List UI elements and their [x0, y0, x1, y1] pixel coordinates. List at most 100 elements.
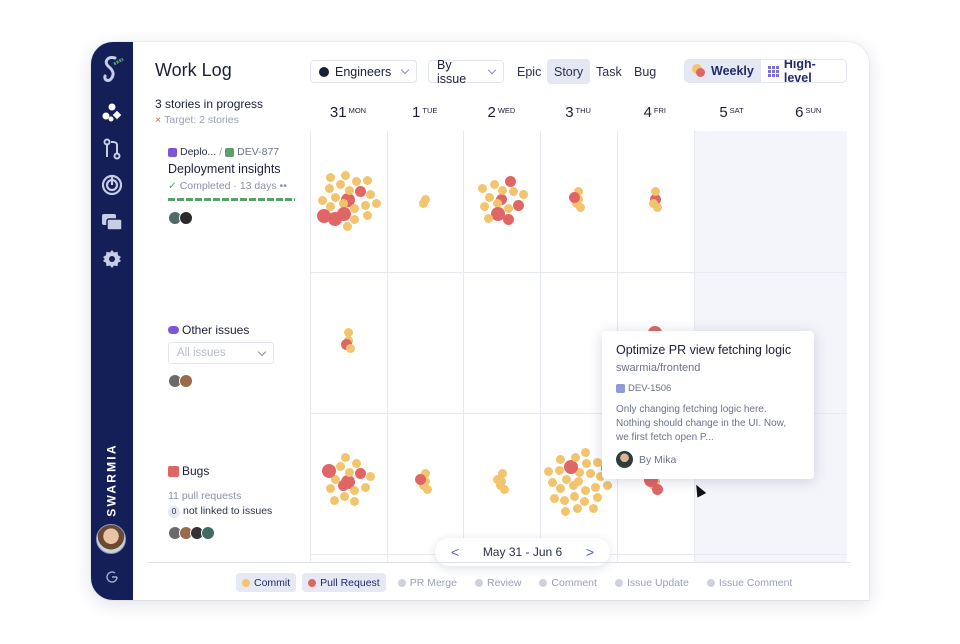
page-title: Work Log — [155, 60, 232, 80]
legend-dot-icon — [474, 578, 483, 587]
team-dropdown[interactable]: Engineers — [310, 60, 417, 83]
legend-dot-icon — [614, 578, 623, 587]
issue-filter-value: All issues — [177, 347, 226, 359]
focus-icon[interactable] — [99, 172, 125, 198]
tooltip-issue[interactable]: DEV-1506 — [616, 383, 800, 394]
issue-title[interactable]: Deployment insights — [168, 162, 295, 176]
main-content: Work Log Engineers By issue Epic Story T… — [133, 42, 869, 600]
next-week-button[interactable]: > — [586, 544, 594, 560]
day-of-week: TUE — [422, 106, 438, 115]
sidebar: SWARMIA — [91, 42, 133, 600]
group-dropdown-value: By issue — [437, 57, 467, 86]
bugs-title: Bugs — [182, 464, 210, 478]
event-legend: Commit Pull Request PR Merge Review Comment I… — [236, 573, 798, 592]
app-window: SWARMIA Work Log Engineers By issue Epic… — [91, 42, 869, 600]
group-dropdown[interactable]: By issue — [428, 57, 504, 86]
legend-item[interactable]: Issue Comment — [701, 573, 799, 592]
legend-item[interactable]: Review — [469, 573, 527, 592]
not-linked-text: not linked to issues — [183, 505, 273, 517]
legend-item[interactable]: PR Merge — [392, 573, 463, 592]
legend-dot-icon — [706, 578, 715, 587]
avatar[interactable] — [179, 211, 193, 225]
other-issues-icon — [168, 326, 179, 334]
contributors — [168, 526, 272, 540]
work-log-icon[interactable] — [99, 209, 125, 235]
chevron-down-icon — [487, 65, 497, 75]
day-of-week: THU — [575, 106, 591, 115]
stories-in-progress: 3 stories in progress — [155, 97, 264, 111]
brand-text: SWARMIA — [105, 443, 119, 517]
other-issues-heading: Other issues — [168, 323, 274, 337]
weekly-icon — [692, 64, 706, 78]
tab-story[interactable]: Story — [547, 59, 591, 84]
day-number: 6 — [795, 104, 804, 121]
weekly-view-button[interactable]: Weekly — [685, 60, 761, 82]
target-summary: × Target: 2 stories — [155, 114, 239, 126]
overview-icon[interactable] — [99, 100, 125, 126]
pull-requests-icon[interactable] — [99, 136, 125, 162]
tooltip-repo: swarmia/frontend — [616, 362, 701, 374]
logo-icon[interactable] — [99, 56, 125, 82]
check-icon: ✓ — [168, 180, 180, 192]
epic-link[interactable]: Deplo... — [180, 146, 216, 158]
day-column — [463, 131, 540, 563]
tab-epic[interactable]: Epic — [510, 59, 548, 84]
progress-bar — [168, 198, 295, 201]
day-header: 6 SUN — [770, 104, 846, 122]
day-of-week: MON — [348, 106, 367, 115]
user-avatar[interactable] — [96, 524, 126, 554]
legend-dot-icon — [242, 578, 250, 587]
bugs-heading: Bugs — [168, 464, 272, 478]
legend-label: Review — [486, 576, 522, 589]
row-bugs: Bugs 11 pull requests 0 not linked to iss… — [168, 464, 272, 540]
eyes-icon: •• — [276, 180, 287, 192]
day-number: 2 — [487, 104, 496, 121]
status-text: Completed · 13 days — [179, 180, 277, 192]
legend-item[interactable]: Commit — [236, 573, 297, 592]
day-number: 31 — [329, 104, 347, 121]
row-divider — [310, 272, 847, 273]
day-of-week: FRI — [653, 106, 667, 115]
high-level-label: High-level — [783, 59, 816, 83]
other-issues-title: Other issues — [182, 323, 250, 337]
not-linked-count: 0 — [168, 506, 180, 518]
tab-task[interactable]: Task — [589, 59, 629, 84]
legend-label: Issue Update — [626, 576, 689, 589]
legend-item[interactable]: Pull Request — [302, 573, 386, 592]
legend-label: Issue Comment — [718, 576, 793, 589]
contributors — [168, 374, 274, 388]
row-other-issues: Other issues All issues — [168, 323, 274, 388]
epic-icon — [168, 147, 177, 157]
chevron-down-icon — [257, 347, 267, 356]
day-number: 5 — [719, 104, 728, 121]
day-number: 4 — [643, 104, 652, 121]
day-header: 3 THU — [540, 104, 616, 122]
day-of-week: WED — [497, 106, 516, 115]
view-toggle: Weekly High-level — [684, 59, 847, 83]
day-of-week: SUN — [805, 106, 822, 115]
tab-bug[interactable]: Bug — [627, 59, 663, 84]
logout-icon[interactable] — [99, 564, 125, 590]
not-linked-summary: 0 not linked to issues — [168, 505, 272, 518]
legend-item[interactable]: Comment — [533, 573, 603, 592]
tooltip-author: By Mika — [616, 451, 800, 468]
story-icon — [225, 147, 235, 157]
tooltip-title[interactable]: Optimize PR view fetching logic — [616, 343, 800, 357]
issue-status: ✓ Completed · 13 days •• — [168, 180, 295, 192]
chevron-down-icon — [400, 65, 410, 75]
legend-dot-icon — [308, 578, 317, 587]
avatar[interactable] — [201, 526, 215, 540]
high-level-view-button[interactable]: High-level — [761, 60, 846, 82]
avatar[interactable] — [179, 374, 193, 388]
issue-filter-select[interactable]: All issues — [168, 342, 274, 364]
legend-label: Pull Request — [320, 576, 380, 589]
row-deployment-insights: Deplo... / DEV-877 Deployment insights ✓… — [168, 146, 295, 225]
legend-item[interactable]: Issue Update — [609, 573, 695, 592]
day-header: 2 WED — [463, 104, 539, 122]
issue-key[interactable]: DEV-877 — [237, 146, 279, 158]
cross-icon: × — [155, 114, 162, 126]
breadcrumb: Deplo... / DEV-877 — [168, 146, 295, 158]
prev-week-button[interactable]: < — [451, 544, 459, 560]
settings-icon[interactable] — [99, 246, 125, 272]
day-header: 31 MON — [310, 104, 386, 122]
